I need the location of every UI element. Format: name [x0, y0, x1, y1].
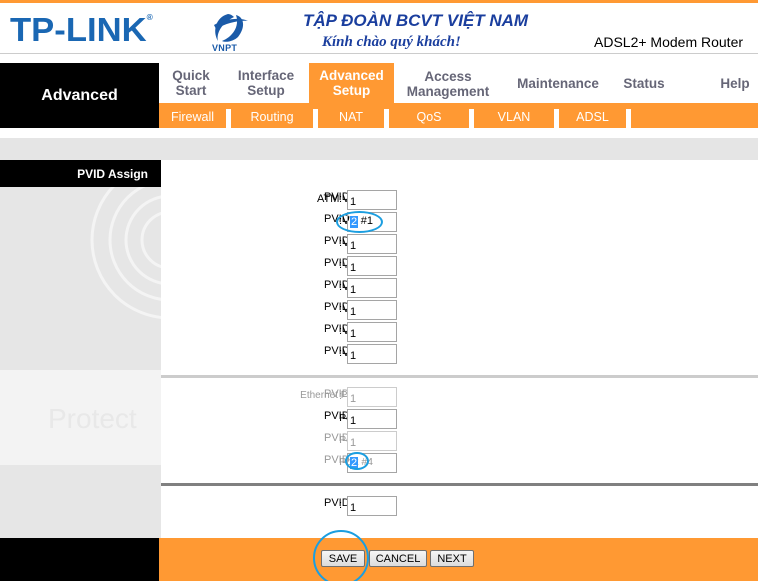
pvid-row-vc1: VC #1 : PVID 2	[161, 212, 758, 232]
subnav-nat[interactable]: NAT	[318, 106, 384, 128]
selected-value: 2	[350, 457, 359, 469]
svg-text:Protect: Protect	[48, 403, 137, 434]
pvid-input-atm-vc0[interactable]	[347, 190, 397, 210]
pvid-label: PVID	[324, 323, 350, 335]
pvid-label: PVID	[324, 235, 350, 247]
pvid-label: PVID	[324, 279, 350, 291]
subnav-firewall[interactable]: Firewall	[159, 106, 226, 128]
cancel-button[interactable]: CANCEL	[369, 550, 427, 567]
footer-actions: SAVE CANCEL NEXT	[159, 538, 758, 581]
pvid-input-vc5[interactable]	[347, 300, 397, 320]
section-divider	[161, 483, 758, 486]
tplink-logo: TP-LINK®	[10, 11, 153, 49]
pvid-input-vc3[interactable]	[347, 256, 397, 276]
nav-section-label: Advanced	[0, 63, 159, 128]
pvid-label: PVID	[324, 388, 350, 400]
content-top-band	[0, 138, 758, 160]
pvid-label: PVID	[324, 454, 350, 466]
pvid-label: PVID	[324, 432, 350, 444]
subnav-vlan[interactable]: VLAN	[474, 106, 554, 128]
pvid-input-vc4[interactable]	[347, 278, 397, 298]
subnav-routing[interactable]: Routing	[231, 106, 313, 128]
left-panel: Protect PVID Assign	[0, 160, 161, 538]
pvid-row-vc4: VC #4 : PVID	[161, 278, 758, 298]
nav-advanced-setup[interactable]: Advanced Setup	[309, 63, 394, 103]
subnav-adsl[interactable]: ADSL	[559, 106, 626, 128]
pvid-row-port2: Port #2 : PVID	[161, 409, 758, 429]
pvid-row-vc2: VC #2 : PVID	[161, 234, 758, 254]
pvid-row-atm-vc0: ATM VC #0 : PVID	[161, 190, 758, 210]
header: TP-LINK® VNPT TẬP ĐOÀN BCVT VIỆT NAM Kín…	[0, 3, 758, 53]
pvid-input-vc6[interactable]	[347, 322, 397, 342]
nav-quick-start[interactable]: Quick Start	[159, 63, 223, 103]
footer-left	[0, 538, 159, 581]
subnav-separator	[626, 109, 631, 128]
brand-subtitle: Kính chào quý khách!	[322, 34, 461, 50]
selected-value: 2	[350, 216, 359, 228]
watermark-rings-icon: Protect	[0, 161, 161, 465]
pvid-label: PVID	[324, 497, 350, 509]
nav-help[interactable]: Help	[712, 63, 758, 103]
pvid-row-vc7: VC #7 : PVID	[161, 344, 758, 364]
pvid-label: PVID	[324, 257, 350, 269]
pvid-row-ethernet-port1: Ethernet Port #1 : PVID	[161, 387, 758, 407]
pvid-row-port3: Port #3 : PVID	[161, 431, 758, 451]
pvid-row-vc5: VC #5 : PVID	[161, 300, 758, 320]
sub-nav: Firewall Routing NAT QoS VLAN ADSL	[159, 106, 758, 128]
subnav-qos[interactable]: QoS	[389, 106, 469, 128]
pvid-form: ATM VC #0 : PVID VC #1 : PVID 2 VC #2 : …	[161, 160, 758, 538]
brand-title: TẬP ĐOÀN BCVT VIỆT NAM	[303, 11, 529, 30]
header-divider	[0, 53, 758, 54]
pvid-label: PVID	[324, 301, 350, 313]
logo-text: TP-LINK	[10, 11, 147, 48]
pvid-label: PVID	[324, 345, 350, 357]
model-name: ADSL2+ Modem Router	[594, 34, 744, 50]
vnpt-text: VNPT	[212, 43, 238, 53]
nav-access-management[interactable]: Access Management	[394, 63, 502, 103]
router-admin-page: TP-LINK® VNPT TẬP ĐOÀN BCVT VIỆT NAM Kín…	[0, 0, 758, 581]
panel-title: PVID Assign	[0, 160, 161, 187]
nav-interface-setup[interactable]: Interface Setup	[223, 63, 309, 103]
nav-status[interactable]: Status	[614, 63, 674, 103]
pvid-input-ethernet-port1	[347, 387, 397, 407]
pvid-row-usb: USB : PVID	[161, 496, 758, 516]
vnpt-logo: VNPT	[206, 11, 256, 55]
pvid-input-port3	[347, 431, 397, 451]
section-divider	[161, 375, 758, 378]
pvid-label: PVID	[324, 213, 350, 225]
pvid-row-port4: Port #4 : PVID 2	[161, 453, 758, 473]
pvid-input-usb[interactable]	[347, 496, 397, 516]
pvid-input-vc2[interactable]	[347, 234, 397, 254]
pvid-input-vc7[interactable]	[347, 344, 397, 364]
pvid-label: PVID	[324, 410, 350, 422]
pvid-row-vc6: VC #6 : PVID	[161, 322, 758, 342]
next-button[interactable]: NEXT	[430, 550, 474, 567]
pvid-input-port4: 2	[347, 453, 397, 473]
pvid-row-vc3: VC #3 : PVID	[161, 256, 758, 276]
pvid-input-vc1[interactable]: 2	[347, 212, 397, 232]
nav-maintenance[interactable]: Maintenance	[508, 63, 608, 103]
vnpt-globe-icon	[214, 14, 248, 42]
pvid-input-port2[interactable]	[347, 409, 397, 429]
save-button[interactable]: SAVE	[321, 550, 365, 567]
registered-mark: ®	[146, 13, 153, 22]
main-nav: Quick Start Interface Setup Advanced Setup …	[159, 63, 758, 103]
pvid-label: PVID	[324, 191, 350, 203]
